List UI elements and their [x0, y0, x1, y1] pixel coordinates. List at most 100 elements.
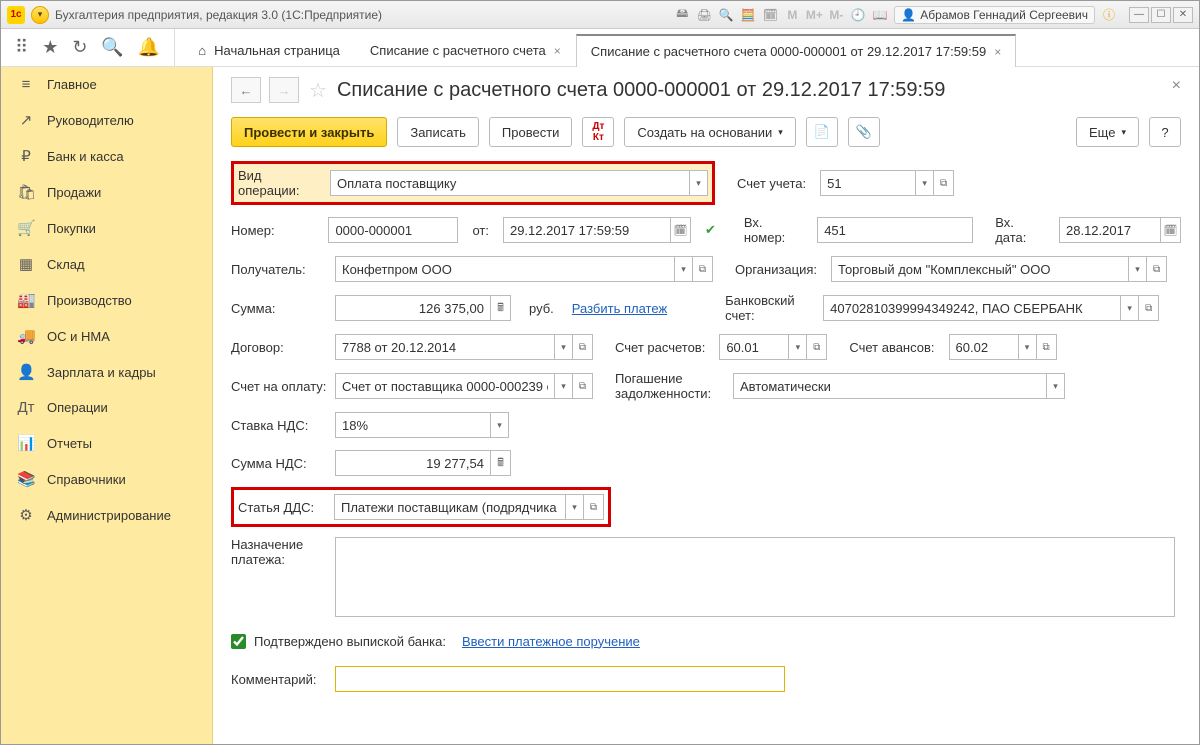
print-icon[interactable]: 🖨 — [696, 7, 712, 23]
debt-field[interactable] — [733, 373, 1047, 399]
dropdown-icon[interactable]: ▾ — [566, 494, 584, 520]
sidebar-item[interactable]: ≡Главное — [1, 67, 212, 102]
dropdown-icon[interactable]: ▾ — [1047, 373, 1065, 399]
tab-close-icon[interactable]: × — [554, 44, 561, 58]
sidebar-item[interactable]: ↗Руководителю — [1, 102, 212, 138]
search-icon[interactable]: 🔍 — [101, 37, 123, 58]
date-field[interactable] — [503, 217, 671, 243]
dropdown-icon[interactable]: ▾ — [491, 412, 509, 438]
user-badge[interactable]: 👤 Абрамов Геннадий Сергеевич — [894, 6, 1095, 24]
dropdown-icon[interactable]: ▾ — [1019, 334, 1037, 360]
favorite-star-icon[interactable]: ☆ — [309, 78, 327, 103]
close-window-button[interactable]: ✕ — [1173, 7, 1193, 23]
purpose-field[interactable] — [335, 537, 1175, 617]
sidebar-item[interactable]: ▦Склад — [1, 246, 212, 282]
popout-icon[interactable]: ⧉ — [1037, 334, 1057, 360]
calc-icon[interactable]: 🧮 — [740, 7, 756, 23]
split-payment-link[interactable]: Разбить платеж — [572, 301, 667, 316]
sidebar-item[interactable]: ⚙Администрирование — [1, 497, 212, 533]
account-field[interactable] — [820, 170, 916, 196]
popout-icon[interactable]: ⧉ — [573, 334, 593, 360]
book-icon[interactable]: 📖 — [872, 7, 888, 23]
dropdown-icon[interactable]: ▾ — [690, 170, 708, 196]
sidebar-item[interactable]: ДтОперации — [1, 390, 212, 425]
tab-close-icon[interactable]: × — [994, 45, 1001, 59]
calculator-icon[interactable]: 🖩 — [491, 450, 511, 476]
minimize-button[interactable]: — — [1129, 7, 1149, 23]
post-and-close-button[interactable]: Провести и закрыть — [231, 117, 387, 147]
nav-back-button[interactable]: ← — [231, 77, 261, 103]
dtkt-button[interactable]: ДтКт — [582, 117, 614, 147]
popout-icon[interactable]: ⧉ — [1147, 256, 1167, 282]
create-based-on-button[interactable]: Создать на основании ▾ — [624, 117, 795, 147]
popout-icon[interactable]: ⧉ — [807, 334, 827, 360]
recipient-field[interactable] — [335, 256, 675, 282]
calendar-icon[interactable]: 🗓 — [762, 7, 778, 23]
sidebar-item[interactable]: 📊Отчеты — [1, 425, 212, 461]
tab-doc-2[interactable]: Списание с расчетного счета 0000-000001 … — [576, 34, 1016, 67]
m-plus-icon[interactable]: M+ — [806, 7, 822, 23]
star-icon[interactable]: ★ — [42, 37, 58, 58]
organization-field[interactable] — [831, 256, 1129, 282]
in-number-field[interactable] — [817, 217, 973, 243]
dropdown-icon[interactable]: ▾ — [1129, 256, 1147, 282]
dds-field[interactable] — [334, 494, 566, 520]
search-small-icon[interactable]: 🔍 — [718, 7, 734, 23]
sidebar-item[interactable]: 🛍Продажи — [1, 174, 212, 210]
document-icon-button[interactable]: 📄 — [806, 117, 838, 147]
bell-icon[interactable]: 🔔 — [138, 37, 160, 58]
confirmed-checkbox[interactable] — [231, 634, 246, 649]
dropdown-icon[interactable]: ▾ — [916, 170, 934, 196]
dropdown-icon[interactable]: ▾ — [1121, 295, 1139, 321]
settl-account-field[interactable] — [719, 334, 789, 360]
info-icon[interactable]: ⓘ — [1101, 7, 1117, 23]
popout-icon[interactable]: ⧉ — [584, 494, 604, 520]
hdd-icon[interactable]: 🖴 — [674, 7, 690, 23]
post-button[interactable]: Провести — [489, 117, 573, 147]
contract-field[interactable] — [335, 334, 555, 360]
bank-account-field[interactable] — [823, 295, 1121, 321]
calendar-icon[interactable]: 🗓 — [671, 217, 691, 243]
tab-home[interactable]: ⌂ Начальная страница — [183, 34, 355, 66]
calendar-icon[interactable]: 🗓 — [1161, 217, 1181, 243]
tab-doc-1[interactable]: Списание с расчетного счета × — [355, 34, 576, 66]
help-button[interactable]: ? — [1149, 117, 1181, 147]
in-date-field[interactable] — [1059, 217, 1161, 243]
dropdown-icon[interactable]: ▾ — [555, 373, 573, 399]
advance-account-field[interactable] — [949, 334, 1019, 360]
dropdown-icon[interactable]: ▾ — [789, 334, 807, 360]
sidebar-item[interactable]: 🏭Производство — [1, 282, 212, 318]
number-field[interactable] — [328, 217, 458, 243]
history-icon[interactable]: ↻ — [72, 37, 87, 58]
dropdown-icon[interactable]: ▾ — [555, 334, 573, 360]
clock-icon[interactable]: 🕘 — [850, 7, 866, 23]
sidebar-item[interactable]: 🚚ОС и НМА — [1, 318, 212, 354]
op-type-field[interactable] — [330, 170, 690, 196]
popout-icon[interactable]: ⧉ — [1139, 295, 1159, 321]
sidebar-item[interactable]: 📚Справочники — [1, 461, 212, 497]
save-button[interactable]: Записать — [397, 117, 479, 147]
apps-icon[interactable]: ⠿ — [15, 37, 28, 58]
close-doc-button[interactable]: × — [1172, 77, 1181, 95]
maximize-button[interactable]: ☐ — [1151, 7, 1171, 23]
m-minus-icon[interactable]: M- — [828, 7, 844, 23]
sidebar-item[interactable]: ₽Банк и касса — [1, 138, 212, 174]
m-icon[interactable]: M — [784, 7, 800, 23]
popout-icon[interactable]: ⧉ — [573, 373, 593, 399]
dropdown-icon[interactable]: ▾ — [675, 256, 693, 282]
sidebar-item[interactable]: 👤Зарплата и кадры — [1, 354, 212, 390]
vat-rate-field[interactable] — [335, 412, 491, 438]
popout-icon[interactable]: ⧉ — [693, 256, 713, 282]
enter-payment-link[interactable]: Ввести платежное поручение — [462, 634, 640, 649]
more-button[interactable]: Еще ▾ — [1076, 117, 1139, 147]
invoice-field[interactable] — [335, 373, 555, 399]
app-menu-dropdown[interactable]: ▾ — [31, 6, 49, 24]
calculator-icon[interactable]: 🖩 — [491, 295, 511, 321]
sidebar-item[interactable]: 🛒Покупки — [1, 210, 212, 246]
amount-field[interactable] — [335, 295, 491, 321]
popout-icon[interactable]: ⧉ — [934, 170, 954, 196]
vat-sum-field[interactable] — [335, 450, 491, 476]
attachment-button[interactable]: 📎 — [848, 117, 880, 147]
comment-field[interactable] — [335, 666, 785, 692]
nav-forward-button[interactable]: → — [269, 77, 299, 103]
